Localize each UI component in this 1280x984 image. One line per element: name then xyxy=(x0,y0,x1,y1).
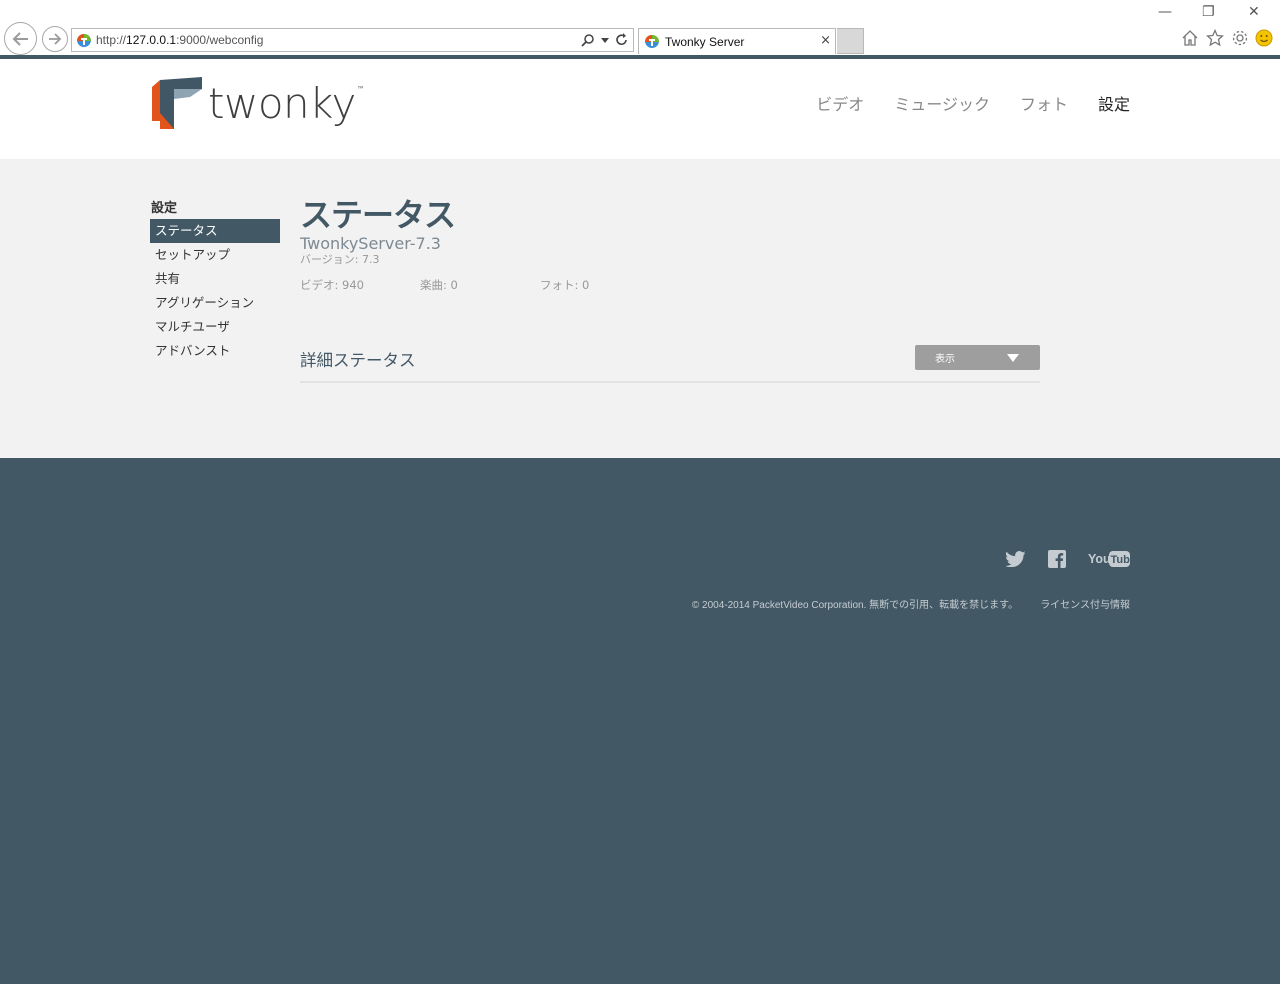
site-favicon-icon xyxy=(77,33,91,47)
dropdown-caret-icon[interactable] xyxy=(601,36,609,44)
url-text: http://127.0.0.1:9000/webconfig xyxy=(96,33,263,47)
main-nav: ビデオ ミュージック フォト 設定 xyxy=(816,91,1130,115)
refresh-icon[interactable] xyxy=(615,33,629,47)
sidebar-title: 設定 xyxy=(151,201,178,216)
nav-photo[interactable]: フォト xyxy=(1020,91,1068,115)
search-icon[interactable] xyxy=(581,33,595,47)
back-button[interactable] xyxy=(4,22,37,55)
detail-status-title: 詳細ステータス xyxy=(300,351,416,370)
license-link[interactable]: ライセンス付与情報 xyxy=(1040,600,1130,611)
browser-chrome: — ❐ ✕ http://127.0.0.1:9000/webconfig Tw… xyxy=(0,0,1280,55)
settings-sidebar: 設定 ステータス セットアップ 共有 アグリゲーション マルチユーザ アドバンス… xyxy=(150,197,280,363)
page-title: ステータス xyxy=(300,196,456,234)
twitter-icon[interactable] xyxy=(1006,551,1026,567)
sidebar-item-multiuser[interactable]: マルチユーザ xyxy=(150,315,280,339)
gear-icon[interactable] xyxy=(1231,29,1249,47)
twonky-logo-icon xyxy=(152,77,202,129)
twonky-logo[interactable]: twonky ™ xyxy=(150,77,365,129)
sidebar-item-advanced[interactable]: アドバンスト xyxy=(150,339,280,363)
media-counts: ビデオ: 940 楽曲: 0 フォト: 0 xyxy=(300,277,1040,293)
sidebar-item-status[interactable]: ステータス xyxy=(150,219,280,243)
music-count: 楽曲: 0 xyxy=(420,278,458,292)
address-bar[interactable]: http://127.0.0.1:9000/webconfig xyxy=(71,28,634,52)
home-icon[interactable] xyxy=(1181,29,1199,47)
show-details-label: 表示 xyxy=(935,354,955,365)
sidebar-item-aggregation[interactable]: アグリゲーション xyxy=(150,291,280,315)
close-window-icon[interactable]: ✕ xyxy=(1248,4,1260,20)
url-scheme: http:// xyxy=(96,33,127,47)
site-header: twonky ™ ビデオ ミュージック フォト 設定 xyxy=(0,59,1280,159)
forward-button[interactable] xyxy=(42,26,68,52)
site-footer: You Tube © 2004-2014 PacketVideo Corpora… xyxy=(0,458,1280,984)
status-panel: ステータス TwonkyServer-7.3 バージョン: 7.3 ビデオ: 9… xyxy=(300,196,1040,383)
sidebar-item-sharing[interactable]: 共有 xyxy=(150,267,280,291)
new-tab-button[interactable] xyxy=(837,28,864,54)
tab-favicon-icon xyxy=(645,34,659,48)
facebook-icon[interactable] xyxy=(1048,550,1066,568)
favorites-star-icon[interactable] xyxy=(1206,29,1224,47)
show-details-button[interactable]: 表示 xyxy=(915,345,1040,370)
arrow-right-icon xyxy=(49,33,62,45)
content-area: 設定 ステータス セットアップ 共有 アグリゲーション マルチユーザ アドバンス… xyxy=(0,159,1280,458)
logo-wordmark: twonky xyxy=(208,78,356,128)
copyright-text: © 2004-2014 PacketVideo Corporation. 無断で… xyxy=(691,600,1019,611)
minimize-icon[interactable]: — xyxy=(1158,4,1172,20)
nav-video[interactable]: ビデオ xyxy=(816,91,864,115)
chevron-down-icon xyxy=(1007,354,1019,362)
sidebar-item-setup[interactable]: セットアップ xyxy=(150,243,280,267)
detail-status-section: 詳細ステータス 表示 xyxy=(300,343,1040,383)
smiley-feedback-icon[interactable] xyxy=(1255,29,1273,47)
tab-close-icon[interactable]: × xyxy=(820,33,831,48)
restore-icon[interactable]: ❐ xyxy=(1202,4,1215,20)
footer-copyright: © 2004-2014 PacketVideo Corporation. 無断で… xyxy=(692,596,1130,611)
video-count: ビデオ: 940 xyxy=(300,278,364,292)
browser-tab[interactable]: Twonky Server × xyxy=(638,28,836,54)
social-links: You Tube xyxy=(1006,550,1130,568)
photo-count: フォト: 0 xyxy=(540,278,590,292)
youtube-you-text: You xyxy=(1088,552,1111,566)
server-version: バージョン: 7.3 xyxy=(300,253,380,266)
tab-title: Twonky Server xyxy=(665,35,745,49)
arrow-left-icon xyxy=(12,31,28,46)
url-host: 127.0.0.1 xyxy=(126,33,177,47)
nav-music[interactable]: ミュージック xyxy=(894,91,990,115)
nav-settings[interactable]: 設定 xyxy=(1098,91,1130,115)
url-path: :9000/webconfig xyxy=(176,33,264,47)
logo-trademark: ™ xyxy=(356,84,365,94)
youtube-tube-text: Tube xyxy=(1111,554,1131,566)
server-name: TwonkyServer-7.3 xyxy=(300,234,441,253)
youtube-icon[interactable]: You Tube xyxy=(1088,550,1130,568)
